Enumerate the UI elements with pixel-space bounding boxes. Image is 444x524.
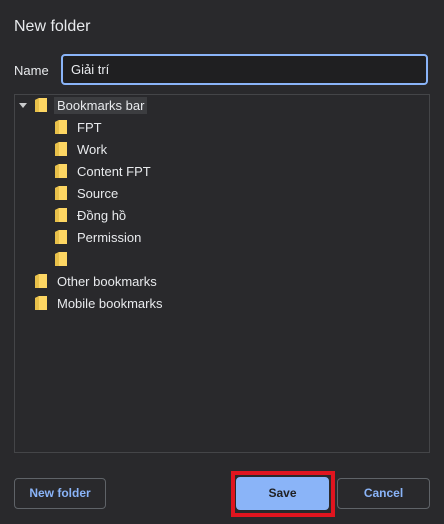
folder-icon <box>55 186 67 200</box>
tree-item-fpt[interactable]: FPT <box>55 117 105 137</box>
tree-item-label: Source <box>77 185 119 201</box>
tree-item-label: FPT <box>77 119 102 135</box>
folder-icon <box>55 252 67 266</box>
tree-item-mobile-bookmarks[interactable]: Mobile bookmarks <box>35 293 166 313</box>
folder-icon <box>55 120 67 134</box>
tree-item-label: Bookmarks bar <box>54 96 148 114</box>
name-input[interactable] <box>61 54 428 85</box>
tree-item-content-fpt[interactable]: Content FPT <box>55 161 154 181</box>
save-button[interactable]: Save <box>236 477 329 510</box>
dialog-title: New folder <box>14 18 91 35</box>
tree-item-source[interactable]: Source <box>55 183 121 203</box>
tree-item-new-folder[interactable] <box>55 249 80 269</box>
folder-icon <box>35 296 47 310</box>
tree-item-label: Content FPT <box>77 163 151 179</box>
name-label: Name <box>14 63 49 78</box>
new-folder-button[interactable]: New folder <box>14 478 106 509</box>
expand-arrow-icon[interactable] <box>19 102 27 108</box>
tree-item-label: Permission <box>77 229 142 245</box>
tree-item-other-bookmarks[interactable]: Other bookmarks <box>35 271 160 291</box>
folder-icon <box>55 208 67 222</box>
tree-item-bookmarks-bar[interactable]: Bookmarks bar <box>19 95 148 115</box>
bookmark-folder-tree: Bookmarks bar FPT Work Content FPT Sourc… <box>14 94 430 453</box>
tree-item-work[interactable]: Work <box>55 139 110 159</box>
folder-icon <box>55 164 67 178</box>
tree-item-label: Mobile bookmarks <box>57 295 163 311</box>
folder-icon <box>55 230 67 244</box>
tree-item-label: Work <box>77 141 108 157</box>
new-folder-dialog: New folder Name Bookmarks bar FPT Work C… <box>0 0 444 524</box>
folder-icon <box>35 98 47 112</box>
tree-item-label: Đồng hồ <box>77 207 127 223</box>
folder-icon <box>55 142 67 156</box>
tree-item-label: Other bookmarks <box>57 273 157 289</box>
folder-icon <box>35 274 47 288</box>
tree-item-permission[interactable]: Permission <box>55 227 144 247</box>
tree-item-dong-ho[interactable]: Đồng hồ <box>55 205 129 225</box>
cancel-button[interactable]: Cancel <box>337 478 430 509</box>
tree-item-label <box>74 258 80 260</box>
